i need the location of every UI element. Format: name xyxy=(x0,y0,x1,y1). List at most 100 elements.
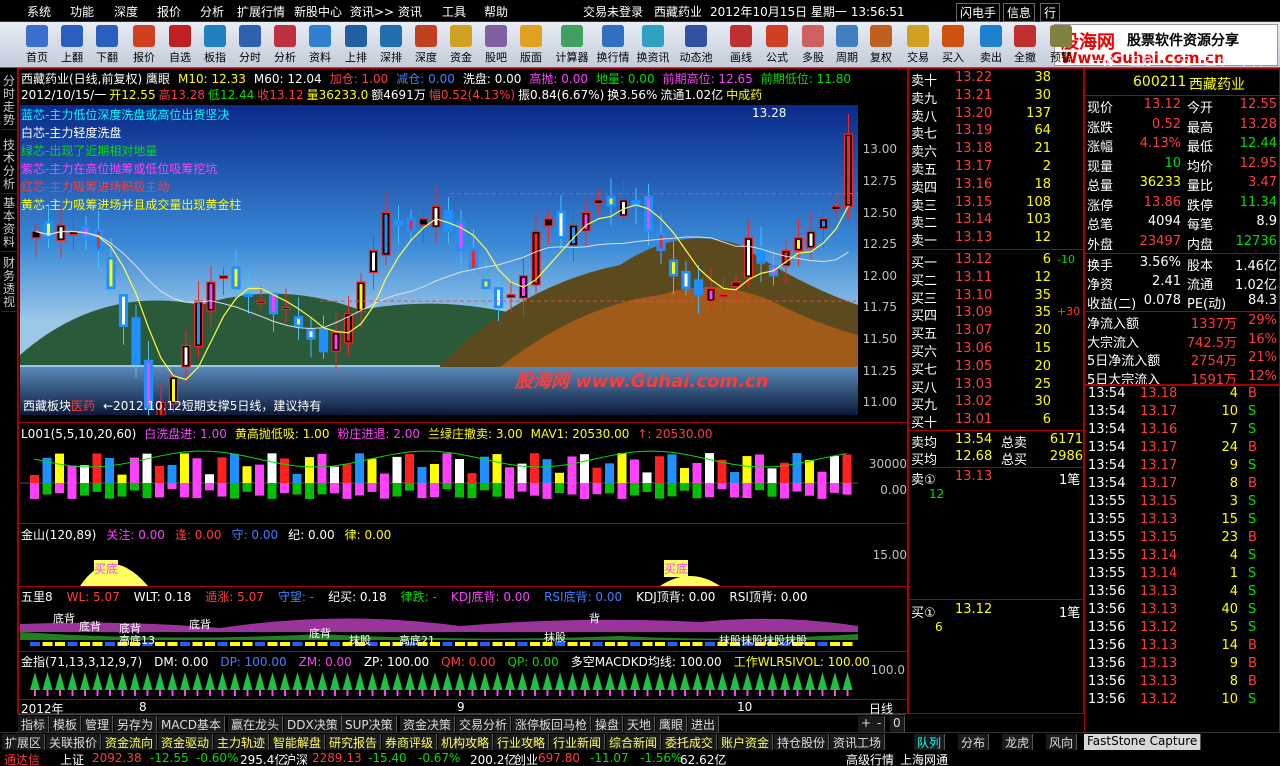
extension-tab[interactable]: 委托成交 xyxy=(662,734,718,750)
chart-legend-line: 蓝芯-主力低位深度洗盘或高位出货坚决 xyxy=(21,108,230,122)
extension-tab[interactable]: 券商评级 xyxy=(382,734,438,750)
indicator-tab[interactable]: 天地 xyxy=(624,716,656,732)
toolbar-button[interactable]: 资料 xyxy=(303,24,337,66)
faststone-window[interactable]: FastStone Capture xyxy=(1084,734,1202,750)
book-view-tab[interactable]: 队列 xyxy=(914,734,946,750)
extension-tab[interactable]: 账户资金 xyxy=(718,734,774,750)
extension-tab[interactable]: 主力轨迹 xyxy=(214,734,270,750)
menu-item[interactable]: 新股中心 xyxy=(294,3,342,20)
indicator-tab[interactable]: 模板 xyxy=(50,716,82,732)
menu-right-button[interactable]: 信息 xyxy=(1003,3,1036,22)
toolbar-button[interactable]: 上排 xyxy=(339,24,373,66)
indicator-tab[interactable]: 进出 xyxy=(688,716,720,732)
period-tab[interactable]: 六十 xyxy=(1243,52,1267,69)
indicator-tab[interactable]: 赢在龙头 xyxy=(228,716,284,732)
indicator-tab[interactable]: SUP决策 xyxy=(342,716,397,732)
indicator-tab[interactable]: MACD基本 xyxy=(158,716,225,732)
extension-tab[interactable]: 机构攻略 xyxy=(438,734,494,750)
indicator-tab[interactable]: 指标 xyxy=(18,716,50,732)
indicator-tab[interactable]: 涨停板回马枪 xyxy=(512,716,592,732)
zoom-button[interactable]: - xyxy=(874,716,886,732)
toolbar-button[interactable]: 画线 xyxy=(724,24,758,66)
toolbar-button[interactable]: 预警 xyxy=(1044,24,1078,66)
menu-item[interactable]: 资讯 xyxy=(398,3,422,20)
period-tab[interactable]: 五分 xyxy=(1129,52,1153,69)
zoom-button[interactable]: + xyxy=(858,716,876,732)
toolbar-button[interactable]: 交易 xyxy=(901,24,935,66)
toolbar-button[interactable]: 公式 xyxy=(760,24,794,66)
zoom-button[interactable]: 0 xyxy=(890,716,905,732)
ask-label: 卖五 xyxy=(911,163,938,178)
toolbar-button[interactable]: 板指 xyxy=(198,24,232,66)
extension-tab[interactable]: 资讯工场 xyxy=(830,734,886,750)
toolbar-button[interactable]: 分时 xyxy=(233,24,267,66)
toolbar-button[interactable]: 卖出 xyxy=(974,24,1008,66)
indicator-tab[interactable]: 操盘 xyxy=(592,716,624,732)
menu-item[interactable]: 报价 xyxy=(157,3,181,20)
menu-right-button[interactable]: 行 xyxy=(1040,3,1061,22)
menu-item[interactable]: 深度 xyxy=(114,3,138,20)
toolbar-icon xyxy=(274,25,296,47)
menu-right-button[interactable]: 闪电手 xyxy=(956,3,1001,22)
toolbar-button[interactable]: 动态池 xyxy=(679,24,713,66)
toolbar-button[interactable]: 首页 xyxy=(20,24,54,66)
toolbar-button[interactable]: 上翻 xyxy=(55,24,89,66)
period-tab[interactable]: 三十 xyxy=(1205,52,1229,69)
jinzhi-stem xyxy=(134,690,136,696)
extension-tab[interactable]: 智能解盘 xyxy=(270,734,326,750)
book-view-tab[interactable]: 风向 xyxy=(1046,734,1078,750)
left-tab[interactable]: 财务透视 xyxy=(1,254,17,312)
extension-tab[interactable]: 行业新闻 xyxy=(550,734,606,750)
indicator-jinzhi-chart[interactable] xyxy=(20,668,858,698)
book-view-tab[interactable]: 龙虎 xyxy=(1002,734,1034,750)
menu-item[interactable]: 工具 xyxy=(442,3,466,20)
extension-tab[interactable]: 扩展区 xyxy=(2,734,46,750)
left-tab[interactable]: 技术分析 xyxy=(1,136,17,194)
toolbar-button[interactable]: 周期 xyxy=(830,24,864,66)
toolbar-button[interactable]: 买入 xyxy=(936,24,970,66)
toolbar-button[interactable]: 深度 xyxy=(409,24,443,66)
toolbar-button[interactable]: 换资讯 xyxy=(636,24,670,66)
menu-item[interactable]: 资讯>> xyxy=(350,3,394,20)
toolbar-button[interactable]: 全撤 xyxy=(1008,24,1042,66)
period-tab[interactable]: 十五 xyxy=(1167,52,1191,69)
extension-tab[interactable]: 资金驱动 xyxy=(158,734,214,750)
left-tab[interactable]: 基本资料 xyxy=(1,194,17,252)
kline-chart-area[interactable]: 西藏药业(日线,前复权) 鹰眼 M10: 12.33 M60: 12.04 加仓: 1… xyxy=(18,68,908,716)
toolbar-button[interactable]: 多股 xyxy=(796,24,830,66)
indicator-l001-chart[interactable] xyxy=(20,441,858,521)
indicator-tab[interactable]: 另存为 xyxy=(114,716,158,732)
toolbar-button[interactable]: 复权 xyxy=(864,24,898,66)
indicator-tab[interactable]: 资金决策 xyxy=(400,716,456,732)
menu-item[interactable]: 功能 xyxy=(70,3,94,20)
extension-tab[interactable]: 资金流向 xyxy=(102,734,158,750)
toolbar-button[interactable]: 计算器 xyxy=(555,24,589,66)
toolbar-button[interactable]: 报价 xyxy=(127,24,161,66)
extension-tab[interactable]: 行业攻略 xyxy=(494,734,550,750)
toolbar-button[interactable]: 版面 xyxy=(514,24,548,66)
toolbar-button[interactable]: 下翻 xyxy=(90,24,124,66)
left-tab[interactable]: 分时走势 xyxy=(1,72,17,130)
extension-tab[interactable]: 关联报价 xyxy=(46,734,102,750)
toolbar-button[interactable]: 股吧 xyxy=(479,24,513,66)
indicator-jinshan-chart[interactable] xyxy=(20,542,858,586)
toolbar-button[interactable]: 资金 xyxy=(444,24,478,66)
extension-tab[interactable]: 综合新闻 xyxy=(606,734,662,750)
menu-item[interactable]: 扩展行情 xyxy=(237,3,285,20)
indicator-tab[interactable]: 鹰眼 xyxy=(656,716,688,732)
indicator-tab[interactable]: 交易分析 xyxy=(456,716,512,732)
indicator-tab[interactable]: 管理 xyxy=(82,716,114,732)
extension-tab[interactable]: 持仓股份 xyxy=(774,734,830,750)
book-view-tab[interactable]: 分布 xyxy=(958,734,990,750)
menu-item[interactable]: 系统 xyxy=(27,3,51,20)
extension-tab[interactable]: 研究报告 xyxy=(326,734,382,750)
toolbar-button[interactable]: 换行情 xyxy=(596,24,630,66)
jinzhi-stem xyxy=(309,690,311,696)
toolbar-button[interactable]: 深排 xyxy=(374,24,408,66)
menu-item[interactable]: 帮助 xyxy=(484,3,508,20)
toolbar-button[interactable]: 自选 xyxy=(163,24,197,66)
toolbar-button[interactable]: 分析 xyxy=(268,24,302,66)
period-tab[interactable]: 一分 xyxy=(1091,52,1115,69)
menu-item[interactable]: 分析 xyxy=(200,3,224,20)
indicator-tab[interactable]: DDX决策 xyxy=(284,716,342,732)
